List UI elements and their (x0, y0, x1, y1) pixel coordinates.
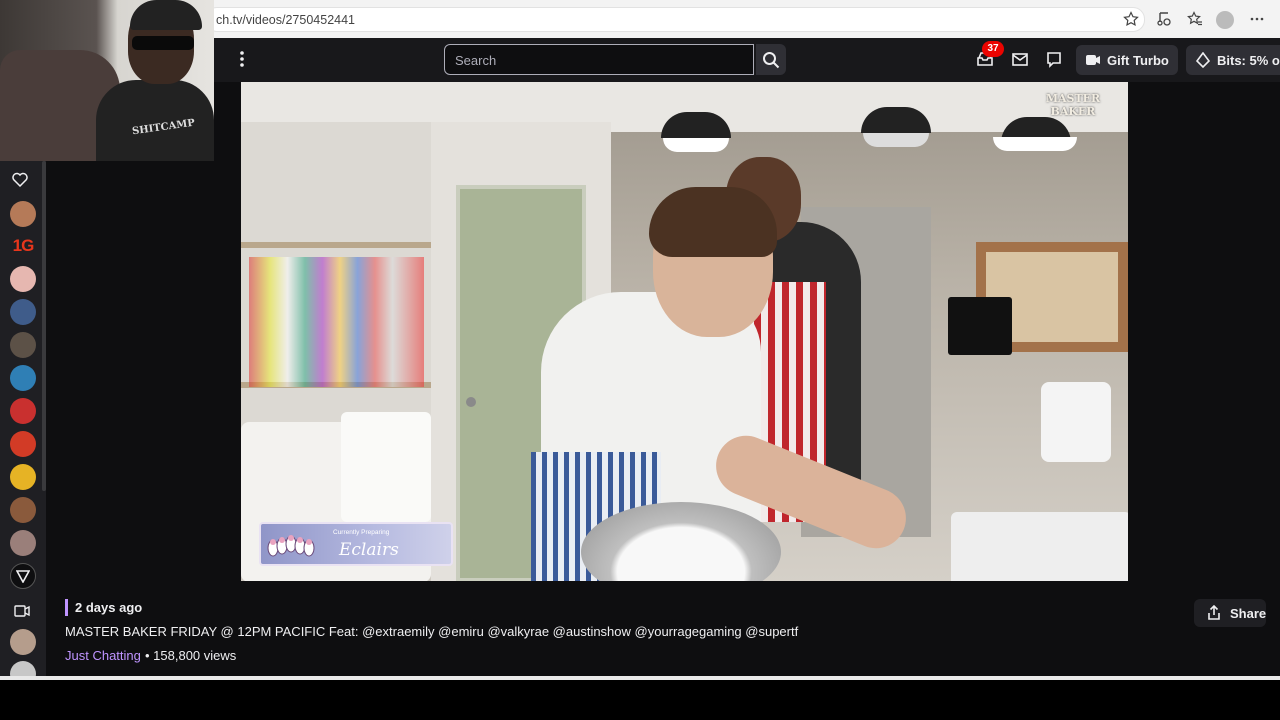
sidebar-channel-1g-logo[interactable]: 1G (9, 233, 37, 259)
eclairs-illustration (265, 528, 325, 562)
favorites-icon[interactable] (1186, 11, 1204, 29)
whispers-inbox-icon[interactable] (1010, 49, 1032, 71)
sidebar-channel-avatar[interactable] (10, 201, 36, 227)
sidebar-channel-avatar[interactable] (10, 497, 36, 523)
bits-gem-icon (1196, 52, 1210, 68)
screen: ch.tv/videos/2750452441 Search 37 Gift T… (0, 0, 1280, 720)
video-scene-lamp-light (993, 137, 1077, 151)
url-text: ch.tv/videos/2750452441 (216, 13, 355, 27)
share-label: Share (1230, 606, 1267, 621)
followed-heart-icon[interactable] (12, 172, 30, 188)
webcam-cap (130, 0, 202, 30)
video-scene-pan (951, 512, 1128, 581)
video-scene-monitor (948, 297, 1012, 355)
sidebar-channel-avatar[interactable] (10, 299, 36, 325)
sidebar-channel-avatar[interactable] (10, 530, 36, 556)
webcam-overlay: SHITCAMP (0, 0, 214, 161)
share-button[interactable]: Share (1194, 599, 1266, 627)
webcam-shirt (96, 80, 214, 161)
sidebar-channel-avatar[interactable] (10, 431, 36, 457)
date-accent-bar (65, 599, 68, 616)
sidebar-channel-avatar[interactable] (10, 398, 36, 424)
video-lower-third: Currently Preparing Eclairs (259, 522, 453, 566)
video-watermark-logo: MASTER BAKER (1045, 92, 1101, 118)
bookmark-star-icon[interactable] (1122, 11, 1140, 29)
media-control-icon[interactable] (1155, 11, 1173, 29)
notification-count-badge: 37 (982, 41, 1004, 57)
bits-label: Bits: 5% of (1217, 53, 1280, 68)
more-menu-icon[interactable] (234, 50, 250, 70)
category-link[interactable]: Just Chatting (65, 648, 141, 663)
video-player[interactable]: MASTER BAKER Currently Preparing Eclairs (241, 82, 1128, 581)
lower-third-title: Eclairs (339, 540, 399, 560)
sidebar-channel-avatar[interactable] (10, 266, 36, 292)
browser-profile-avatar[interactable] (1216, 11, 1234, 29)
video-title: MASTER BAKER FRIDAY @ 12PM PACIFIC Feat:… (65, 624, 799, 639)
address-bar[interactable]: ch.tv/videos/2750452441 (205, 7, 1145, 32)
browser-menu-icon[interactable] (1248, 11, 1266, 29)
bits-button[interactable]: Bits: 5% of (1186, 45, 1280, 75)
video-camera-icon[interactable] (10, 598, 36, 624)
video-date: 2 days ago (75, 600, 143, 615)
sidebar-scrollbar[interactable] (42, 161, 46, 491)
search-input[interactable]: Search (444, 44, 754, 75)
video-scene-shelf (241, 242, 431, 248)
view-count: • 158,800 views (145, 648, 237, 663)
video-scene-groceries (249, 257, 424, 387)
bottom-letterbox (0, 680, 1280, 720)
video-scene-bin (341, 412, 431, 522)
video-scene-chair (1041, 382, 1111, 462)
video-info-panel: 2 days ago MASTER BAKER FRIDAY @ 12PM PA… (46, 581, 1280, 676)
search-icon (763, 52, 780, 69)
lower-third-caption: Currently Preparing (333, 529, 390, 536)
followed-channels-sidebar: 1G (0, 161, 46, 687)
video-person-front-hair (649, 187, 777, 257)
sidebar-channel-avatar[interactable] (10, 629, 36, 655)
video-scene-lamp-light (663, 138, 729, 152)
turbo-icon (1086, 55, 1100, 65)
whispers-chat-icon[interactable] (1044, 49, 1066, 71)
video-scene-lamp-light (863, 133, 929, 147)
search-button[interactable] (756, 44, 786, 75)
sidebar-channel-avatar[interactable] (10, 563, 36, 589)
search-placeholder: Search (455, 53, 497, 68)
gift-turbo-label: Gift Turbo (1107, 53, 1169, 68)
video-scene-doorknob (466, 397, 476, 407)
sidebar-channel-avatar[interactable] (10, 464, 36, 490)
sidebar-channel-avatar[interactable] (10, 332, 36, 358)
webcam-sunglasses (132, 36, 194, 50)
share-icon (1208, 605, 1220, 620)
gift-turbo-button[interactable]: Gift Turbo (1076, 45, 1178, 75)
sidebar-channel-avatar[interactable] (10, 365, 36, 391)
